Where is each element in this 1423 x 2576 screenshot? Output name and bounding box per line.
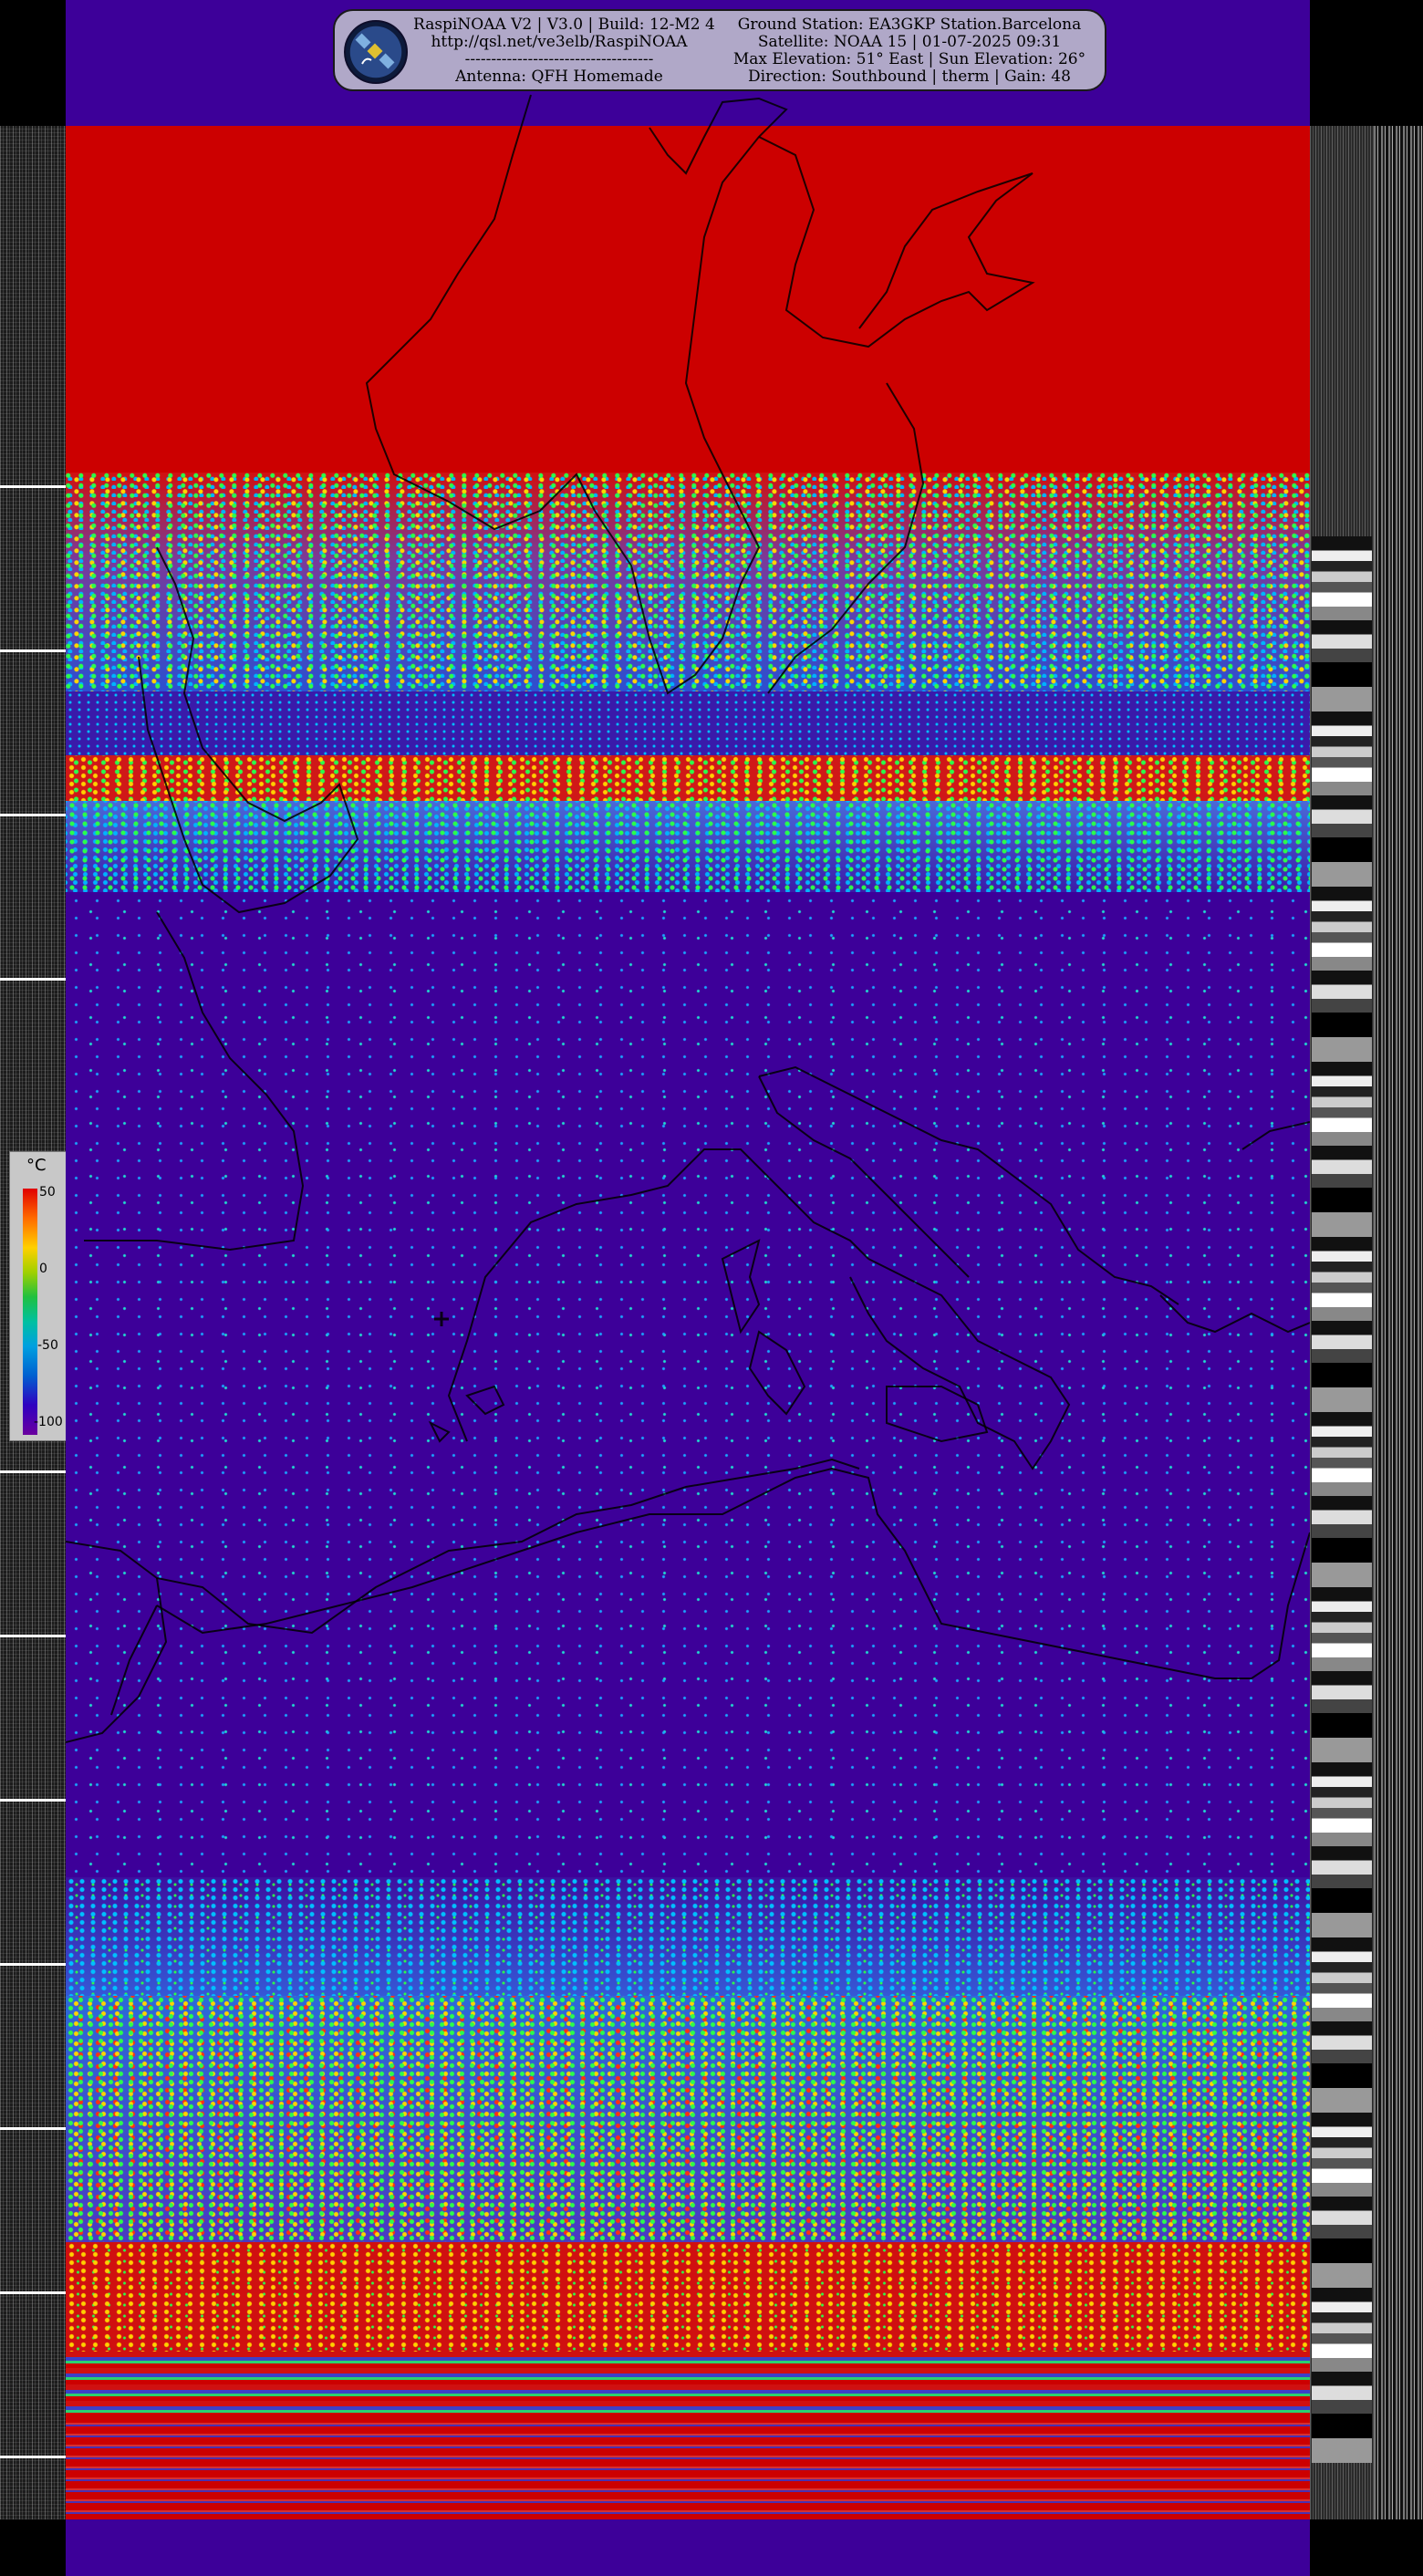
temperature-label: 0	[39, 1262, 47, 1276]
calibration-wedge	[1312, 2113, 1372, 2288]
calibration-wedge	[1312, 1762, 1372, 1937]
right-telemetry-strip	[1310, 126, 1374, 2519]
strip-tick	[0, 814, 66, 816]
satellite-icon	[344, 20, 408, 84]
header-separator-line: ------------------------------------	[464, 50, 654, 68]
temperature-label: 50	[39, 1185, 56, 1200]
pass-info-header: RaspiNOAA V2 | V3.0 | Build: 12-M2 4 htt…	[333, 9, 1106, 91]
strip-tick	[0, 1470, 66, 1473]
noise-band	[66, 473, 1310, 691]
header-antenna-line: Antenna: QFH Homemade	[455, 68, 663, 86]
noise-band	[66, 1996, 1310, 2242]
calibration-wedge	[1312, 887, 1372, 1062]
cold-band	[66, 892, 1310, 1877]
strip-tick	[0, 649, 66, 652]
strip-tick	[0, 1799, 66, 1802]
noise-band	[66, 801, 1310, 892]
calibration-wedge	[1312, 1237, 1372, 1412]
header-version-line: RaspiNOAA V2 | V3.0 | Build: 12-M2 4	[413, 16, 715, 34]
temperature-label: -100	[34, 1415, 63, 1429]
strip-tick	[0, 485, 66, 488]
noise-band	[66, 1877, 1310, 1996]
hot-band	[66, 2242, 1310, 2352]
hot-band	[66, 2415, 1310, 2519]
calibration-wedge	[1312, 1937, 1372, 2113]
right-edge-strip	[1374, 126, 1423, 2519]
calibration-wedge	[1312, 2288, 1372, 2463]
temperature-scale: °C 50 0 -50 -100	[9, 1151, 66, 1441]
cold-band	[66, 2519, 1310, 2576]
noise-band	[66, 691, 1310, 755]
satellite-thermal-image	[66, 0, 1310, 2576]
temperature-color-bar	[23, 1189, 37, 1435]
header-station-line: Ground Station: EA3GKP Station.Barcelona	[737, 16, 1082, 34]
strip-tick	[0, 978, 66, 981]
calibration-wedge	[1312, 1062, 1372, 1237]
calibration-wedge	[1312, 1587, 1372, 1762]
strip-tick	[0, 1635, 66, 1637]
striped-band	[66, 2352, 1310, 2415]
header-direction-line: Direction: Southbound | therm | Gain: 48	[748, 68, 1071, 86]
header-url-line: http://qsl.net/ve3elb/RaspiNOAA	[431, 33, 688, 51]
header-left-column: RaspiNOAA V2 | V3.0 | Build: 12-M2 4 htt…	[413, 16, 715, 86]
temperature-label: -50	[37, 1338, 58, 1353]
hot-band	[66, 755, 1310, 801]
strip-tick	[0, 2456, 66, 2458]
strip-tick	[0, 2127, 66, 2130]
strip-tick	[0, 2291, 66, 2294]
header-right-column: Ground Station: EA3GKP Station.Barcelona…	[727, 16, 1092, 86]
hot-band	[66, 126, 1310, 473]
strip-tick	[0, 1963, 66, 1966]
header-elevation-line: Max Elevation: 51° East | Sun Elevation:…	[732, 50, 1086, 68]
calibration-wedge	[1312, 536, 1372, 712]
calibration-wedge	[1312, 712, 1372, 887]
header-satellite-line: Satellite: NOAA 15 | 01-07-2025 09:31	[757, 33, 1062, 51]
temperature-unit: °C	[26, 1156, 47, 1175]
calibration-wedge	[1312, 1412, 1372, 1587]
